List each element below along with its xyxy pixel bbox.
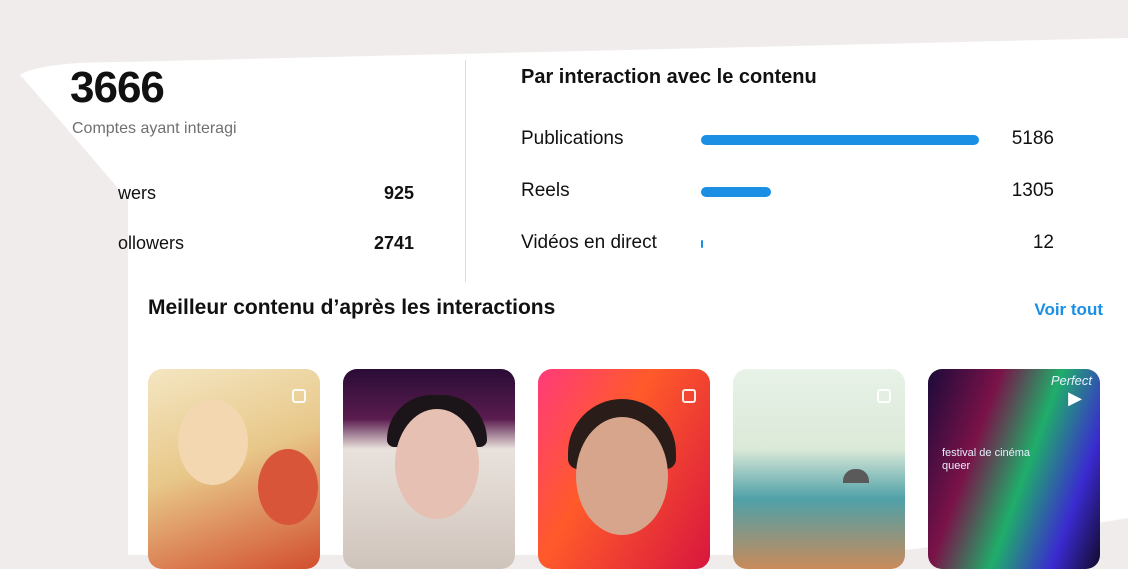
followers-label: wers bbox=[118, 183, 157, 203]
content-thumbnail-5[interactable]: Perfect ▶ festival de cinéma queer bbox=[928, 369, 1100, 569]
non-followers-label: ollowers bbox=[118, 233, 185, 253]
content-thumbnail-2[interactable] bbox=[343, 369, 515, 569]
illustration-face bbox=[258, 449, 318, 525]
interaction-label: Publications bbox=[521, 128, 624, 149]
interaction-bar bbox=[701, 135, 979, 145]
thumbnail-caption: festival de cinéma queer bbox=[942, 447, 1031, 472]
content-thumbnail-3[interactable] bbox=[538, 369, 710, 569]
interaction-row-publications: Publications 5186 bbox=[521, 128, 1054, 152]
interaction-label: Vidéos en direct bbox=[521, 232, 657, 253]
interaction-bar-track bbox=[701, 135, 979, 145]
interaction-value: 1305 bbox=[1011, 180, 1054, 201]
interactions-title: Par interaction avec le contenu bbox=[521, 66, 817, 88]
interaction-row-reels: Reels 1305 bbox=[521, 180, 1054, 204]
reel-icon: ▶ bbox=[1068, 388, 1082, 408]
illustration-face bbox=[178, 399, 248, 485]
accounts-total-label: Comptes ayant interagi bbox=[72, 120, 237, 137]
vertical-divider bbox=[465, 60, 466, 282]
interaction-bar bbox=[701, 187, 771, 197]
interaction-bar-track bbox=[701, 239, 979, 249]
interaction-value: 5186 bbox=[1011, 128, 1054, 149]
interaction-bar-track bbox=[701, 187, 979, 197]
interaction-value: 12 bbox=[1032, 232, 1054, 253]
portrait-face bbox=[395, 409, 479, 519]
followers-value: 925 bbox=[383, 183, 414, 203]
illustration-island bbox=[843, 469, 869, 483]
followers-row: wers 925 bbox=[118, 183, 414, 204]
see-all-link[interactable]: Voir tout bbox=[1034, 300, 1103, 320]
content-thumbnail-4[interactable] bbox=[733, 369, 905, 569]
non-followers-row: ollowers 2741 bbox=[118, 233, 414, 254]
post-type-icon bbox=[877, 389, 891, 403]
interaction-label: Reels bbox=[521, 180, 570, 201]
best-content-title: Meilleur contenu d’après les interaction… bbox=[148, 296, 556, 319]
interaction-row-live-videos: Vidéos en direct 12 bbox=[521, 232, 1054, 256]
post-type-icon bbox=[292, 389, 306, 403]
content-thumbnail-1[interactable] bbox=[148, 369, 320, 569]
post-type-icon bbox=[682, 389, 696, 403]
portrait-face bbox=[576, 417, 668, 535]
interaction-bar bbox=[701, 240, 703, 248]
thumbnail-corner-text: Perfect bbox=[1050, 373, 1092, 388]
accounts-total: 3666 bbox=[70, 63, 165, 112]
non-followers-value: 2741 bbox=[373, 233, 414, 253]
